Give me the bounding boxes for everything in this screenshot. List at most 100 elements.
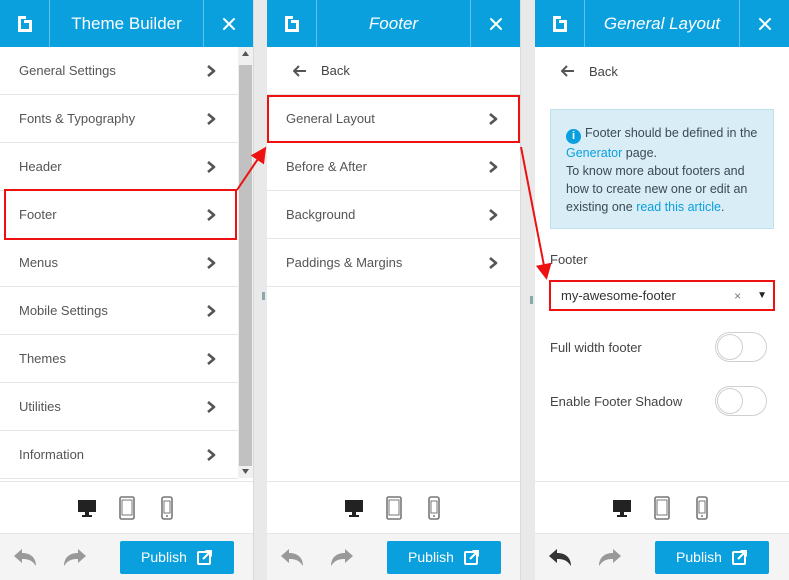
desktop-icon[interactable] bbox=[611, 495, 633, 521]
menu-item-menus[interactable]: Menus bbox=[0, 239, 238, 287]
panel-title: Footer bbox=[368, 13, 419, 33]
external-link-icon bbox=[732, 549, 748, 565]
close-icon[interactable] bbox=[739, 0, 789, 47]
publish-button[interactable]: Publish bbox=[120, 540, 234, 574]
back-button[interactable]: Back bbox=[535, 47, 789, 95]
menu-item-label: Before & After bbox=[286, 159, 367, 174]
menu-item-label: Utilities bbox=[19, 399, 61, 414]
menu-item-header[interactable]: Header bbox=[0, 143, 238, 191]
back-label: Back bbox=[321, 63, 350, 78]
publish-button[interactable]: Publish bbox=[387, 540, 501, 574]
menu-item-label: General Settings bbox=[19, 63, 116, 78]
footer-shadow-row: Enable Footer Shadow bbox=[550, 386, 767, 416]
info-text-1: Footer should be defined in the bbox=[585, 126, 758, 140]
footer-shadow-label: Enable Footer Shadow bbox=[550, 393, 683, 409]
panel-header: Footer bbox=[267, 0, 520, 47]
chevron-right-icon bbox=[206, 304, 216, 318]
menu-item-label: Fonts & Typography bbox=[19, 111, 136, 126]
chevron-right-icon bbox=[206, 64, 216, 78]
redo-icon[interactable] bbox=[50, 534, 100, 580]
scrollbar[interactable] bbox=[238, 47, 253, 478]
menu-item-mobile-settings[interactable]: Mobile Settings bbox=[0, 287, 238, 335]
back-arrow-icon bbox=[561, 65, 575, 77]
tablet-icon[interactable] bbox=[116, 495, 138, 521]
menu-item-general-layout[interactable]: General Layout bbox=[267, 95, 520, 143]
footer-menu: Back General Layout Before & After Backg… bbox=[267, 47, 520, 287]
clear-icon[interactable]: × bbox=[734, 289, 741, 303]
chevron-right-icon bbox=[206, 112, 216, 126]
footer-field-label: Footer bbox=[550, 252, 588, 267]
logo-icon bbox=[0, 0, 50, 47]
external-link-icon bbox=[197, 549, 213, 565]
scroll-down-icon[interactable] bbox=[242, 469, 249, 474]
device-switcher bbox=[0, 481, 253, 533]
panel-header: Theme Builder bbox=[0, 0, 253, 47]
tablet-icon[interactable] bbox=[383, 495, 405, 521]
mobile-icon[interactable] bbox=[423, 495, 445, 521]
undo-icon[interactable] bbox=[535, 534, 585, 580]
layout-menu: Back bbox=[535, 47, 789, 95]
device-switcher bbox=[267, 481, 520, 533]
info-icon: i bbox=[566, 129, 581, 144]
footer-shadow-toggle[interactable] bbox=[715, 386, 767, 416]
panel-footer: Publish bbox=[535, 533, 789, 580]
close-icon[interactable] bbox=[470, 0, 520, 47]
redo-icon[interactable] bbox=[317, 534, 367, 580]
menu-item-themes[interactable]: Themes bbox=[0, 335, 238, 383]
back-button[interactable]: Back bbox=[267, 47, 520, 95]
menu-item-label: Themes bbox=[19, 351, 66, 366]
footer-select[interactable]: my-awesome-footer × ▼ bbox=[549, 280, 775, 311]
menu-item-fonts-typography[interactable]: Fonts & Typography bbox=[0, 95, 238, 143]
close-icon[interactable] bbox=[203, 0, 253, 47]
menu-item-footer[interactable]: Footer bbox=[0, 189, 238, 240]
undo-icon[interactable] bbox=[0, 534, 50, 580]
footer-panel: Footer Back General Layout Before & Afte… bbox=[267, 0, 521, 580]
info-text-4: . bbox=[720, 200, 725, 214]
menu-item-general-settings[interactable]: General Settings bbox=[0, 47, 238, 95]
menu-item-label: Menus bbox=[19, 255, 59, 270]
menu-item-paddings-margins[interactable]: Paddings & Margins bbox=[267, 239, 520, 287]
menu-item-utilities[interactable]: Utilities bbox=[0, 383, 238, 431]
general-layout-panel: General Layout Back i Footer should be de… bbox=[535, 0, 789, 580]
full-width-row: Full width footer bbox=[550, 332, 767, 362]
scrollbar-thumb[interactable] bbox=[239, 65, 252, 466]
mobile-icon[interactable] bbox=[156, 495, 178, 521]
menu-item-label: Mobile Settings bbox=[19, 303, 108, 318]
chevron-right-icon bbox=[488, 208, 498, 222]
menu-item-before-after[interactable]: Before & After bbox=[267, 143, 520, 191]
publish-label: Publish bbox=[408, 549, 454, 565]
chevron-right-icon bbox=[206, 256, 216, 270]
undo-icon[interactable] bbox=[267, 534, 317, 580]
full-width-label: Full width footer bbox=[550, 339, 642, 355]
chevron-right-icon bbox=[488, 160, 498, 174]
full-width-toggle[interactable] bbox=[715, 332, 767, 362]
menu-item-label: Background bbox=[286, 207, 356, 222]
panel-title: General Layout bbox=[603, 13, 721, 33]
back-label: Back bbox=[589, 63, 618, 79]
collapse-handle bbox=[262, 292, 265, 300]
chevron-right-icon bbox=[488, 112, 498, 126]
tablet-icon[interactable] bbox=[651, 495, 673, 521]
footer-select-value: my-awesome-footer bbox=[561, 288, 676, 303]
device-switcher bbox=[535, 481, 789, 533]
chevron-right-icon bbox=[488, 256, 498, 270]
publish-button[interactable]: Publish bbox=[655, 540, 769, 574]
panel-title: Theme Builder bbox=[71, 13, 182, 33]
toggle-knob bbox=[717, 388, 743, 414]
scroll-up-icon[interactable] bbox=[242, 51, 249, 56]
article-link[interactable]: read this article bbox=[636, 200, 721, 214]
chevron-right-icon bbox=[206, 160, 216, 174]
caret-down-icon[interactable]: ▼ bbox=[757, 290, 767, 301]
desktop-icon[interactable] bbox=[76, 495, 98, 521]
desktop-icon[interactable] bbox=[343, 495, 365, 521]
back-arrow-icon bbox=[293, 65, 307, 77]
panel-header: General Layout bbox=[535, 0, 789, 47]
publish-label: Publish bbox=[141, 549, 187, 565]
generator-link[interactable]: Generator bbox=[566, 146, 622, 160]
collapse-handle bbox=[530, 296, 533, 304]
menu-item-information[interactable]: Information bbox=[0, 431, 238, 479]
panel-footer: Publish bbox=[267, 533, 520, 580]
redo-icon[interactable] bbox=[585, 534, 635, 580]
menu-item-background[interactable]: Background bbox=[267, 191, 520, 239]
mobile-icon[interactable] bbox=[691, 495, 713, 521]
